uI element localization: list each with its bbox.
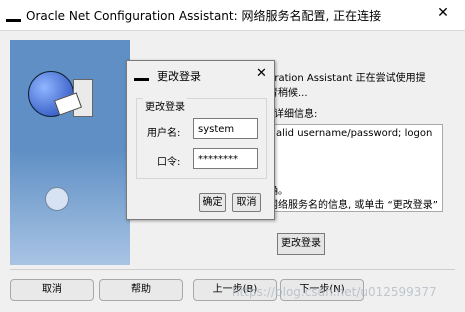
illustration-panel — [10, 40, 130, 265]
status-text-line1: uration Assistant 正在尝试使用提 — [268, 73, 426, 84]
help-button[interactable]: 帮助 — [99, 279, 183, 301]
dialog-ok-button[interactable]: 确定 — [199, 193, 226, 212]
details-label: 详细信息: — [274, 109, 318, 120]
footer-divider — [10, 269, 455, 270]
watermark: https://blog.csdn.net/u012599377 — [232, 285, 437, 299]
window-title: Oracle Net Configuration Assistant: 网络服务… — [26, 9, 382, 23]
group-label: 更改登录 — [143, 98, 187, 113]
dialog-title: 更改登录 — [157, 70, 201, 83]
password-label: 口令: — [157, 157, 181, 168]
username-input[interactable]: system — [193, 118, 258, 139]
dialog-close-icon[interactable]: ✕ — [256, 66, 267, 81]
cancel-button[interactable]: 取消 — [10, 279, 94, 301]
close-icon[interactable]: ✕ — [434, 5, 452, 21]
satellite-dish-icon — [45, 187, 69, 211]
dialog-cancel-button[interactable]: 取消 — [232, 193, 261, 212]
username-label: 用户名: — [147, 128, 181, 139]
change-login-button[interactable]: 更改登录 — [277, 233, 325, 255]
dialog-icon — [134, 73, 149, 81]
illustration-background — [10, 150, 130, 265]
status-text-instruction: 网络服务名的信息, 或单击 “更改登录” — [268, 200, 438, 211]
password-input[interactable]: ******** — [193, 148, 258, 169]
details-line1: alid username/password; logon — [276, 128, 433, 139]
app-icon — [6, 10, 21, 22]
